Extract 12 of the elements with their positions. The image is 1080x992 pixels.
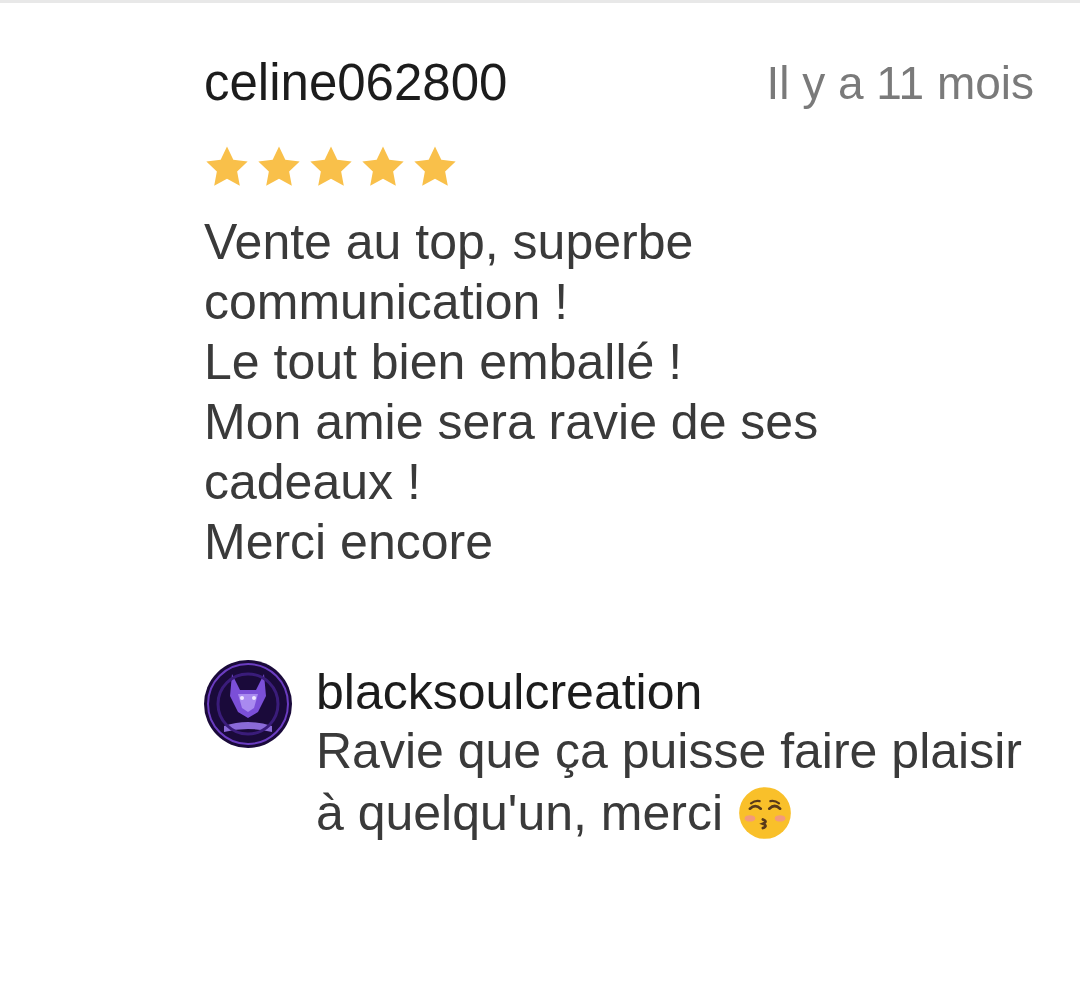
reply-username: blacksoulcreation xyxy=(316,664,703,720)
review-text: Vente au top, superbe communication ! Le tout bien emballé ! Mon amie sera ravie de ses cadeaux ! Merci encore xyxy=(204,213,820,572)
star-icon xyxy=(412,145,458,189)
kissing-face-icon xyxy=(737,785,793,841)
star-icon xyxy=(308,145,354,189)
review-time: Il y a 11 mois xyxy=(766,56,1034,111)
star-icon xyxy=(360,145,406,189)
reply-text: Ravie que ça puisse faire plaisir xyxy=(316,722,1022,781)
reply-text: à quelqu'un, merci xyxy=(316,784,723,843)
star-icon xyxy=(256,145,302,189)
username: celine062800 xyxy=(204,53,508,113)
star-icon xyxy=(204,145,250,189)
